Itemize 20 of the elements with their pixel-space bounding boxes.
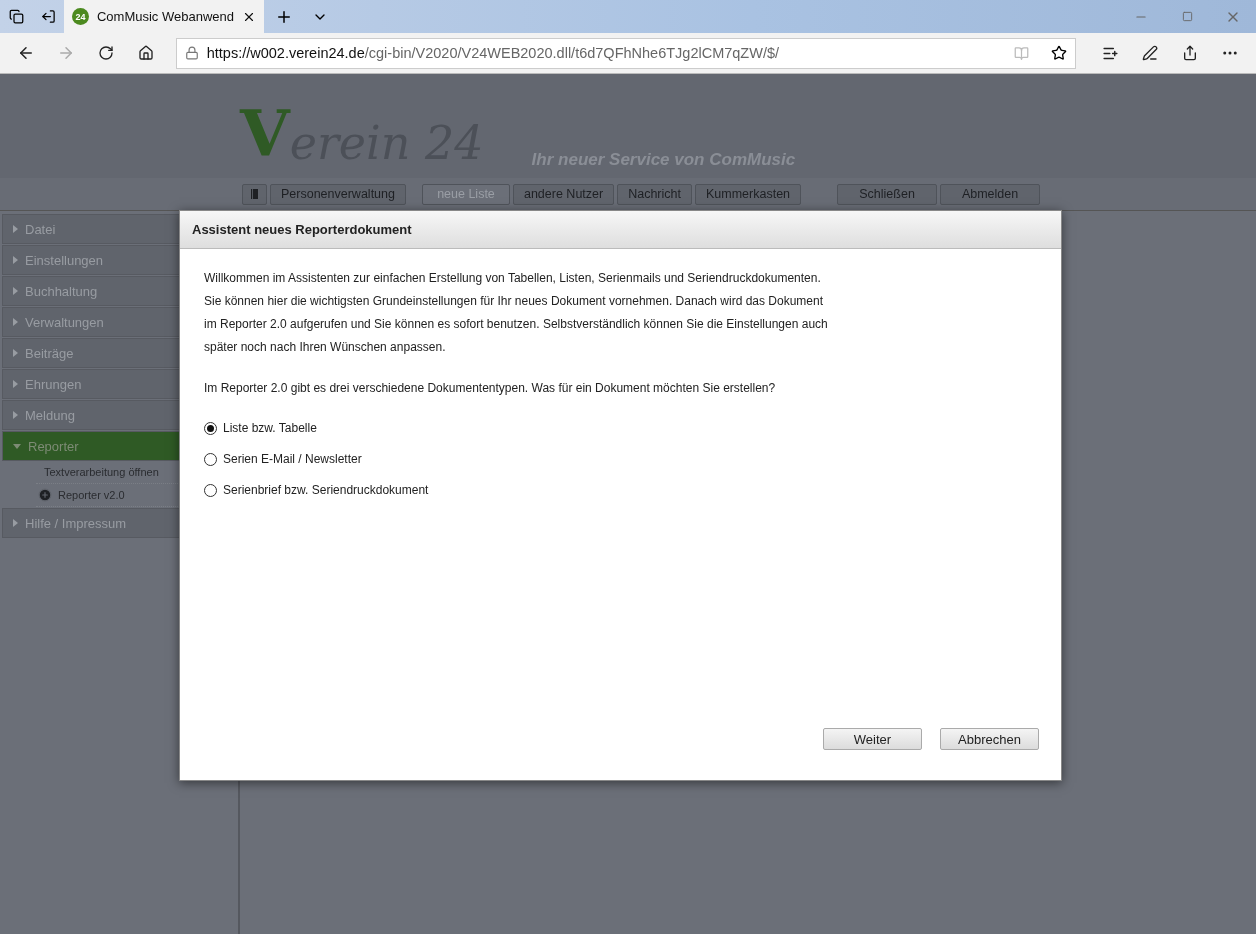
toolbar-button[interactable]: Schließen <box>837 183 938 205</box>
dialog-title: Assistent neues Reporterdokument <box>180 211 1061 249</box>
lock-icon <box>184 46 199 60</box>
radio-button[interactable] <box>204 483 217 497</box>
toolbar-button[interactable]: Abmelden <box>940 183 1041 205</box>
toolbar-button[interactable]: andere Nutzer <box>512 183 615 205</box>
toolbar-button[interactable]: Personenverwaltung <box>270 183 406 205</box>
radio-button[interactable] <box>204 452 217 466</box>
address-bar[interactable]: https://w002.verein24.de/cgi-bin/V2020/V24WEB2020.dll/t6d7QFhNhe6TJg2lCM7qZW/$/ <box>175 37 1077 69</box>
site-favicon: 24 <box>72 8 89 25</box>
browser-tab[interactable]: 24 ComMusic Webanwend <box>64 0 264 33</box>
book-icon <box>251 189 258 199</box>
plus-icon <box>38 488 52 502</box>
book-icon-button[interactable] <box>242 183 267 205</box>
toolbar-button[interactable]: Kummerkasten <box>695 183 802 205</box>
next-button[interactable]: Weiter <box>823 728 922 750</box>
radio-button[interactable] <box>204 421 217 435</box>
star-icon[interactable] <box>1051 45 1068 61</box>
toolbar-button[interactable]: Nachricht <box>617 183 692 205</box>
cancel-button[interactable]: Abbrechen <box>940 728 1039 750</box>
